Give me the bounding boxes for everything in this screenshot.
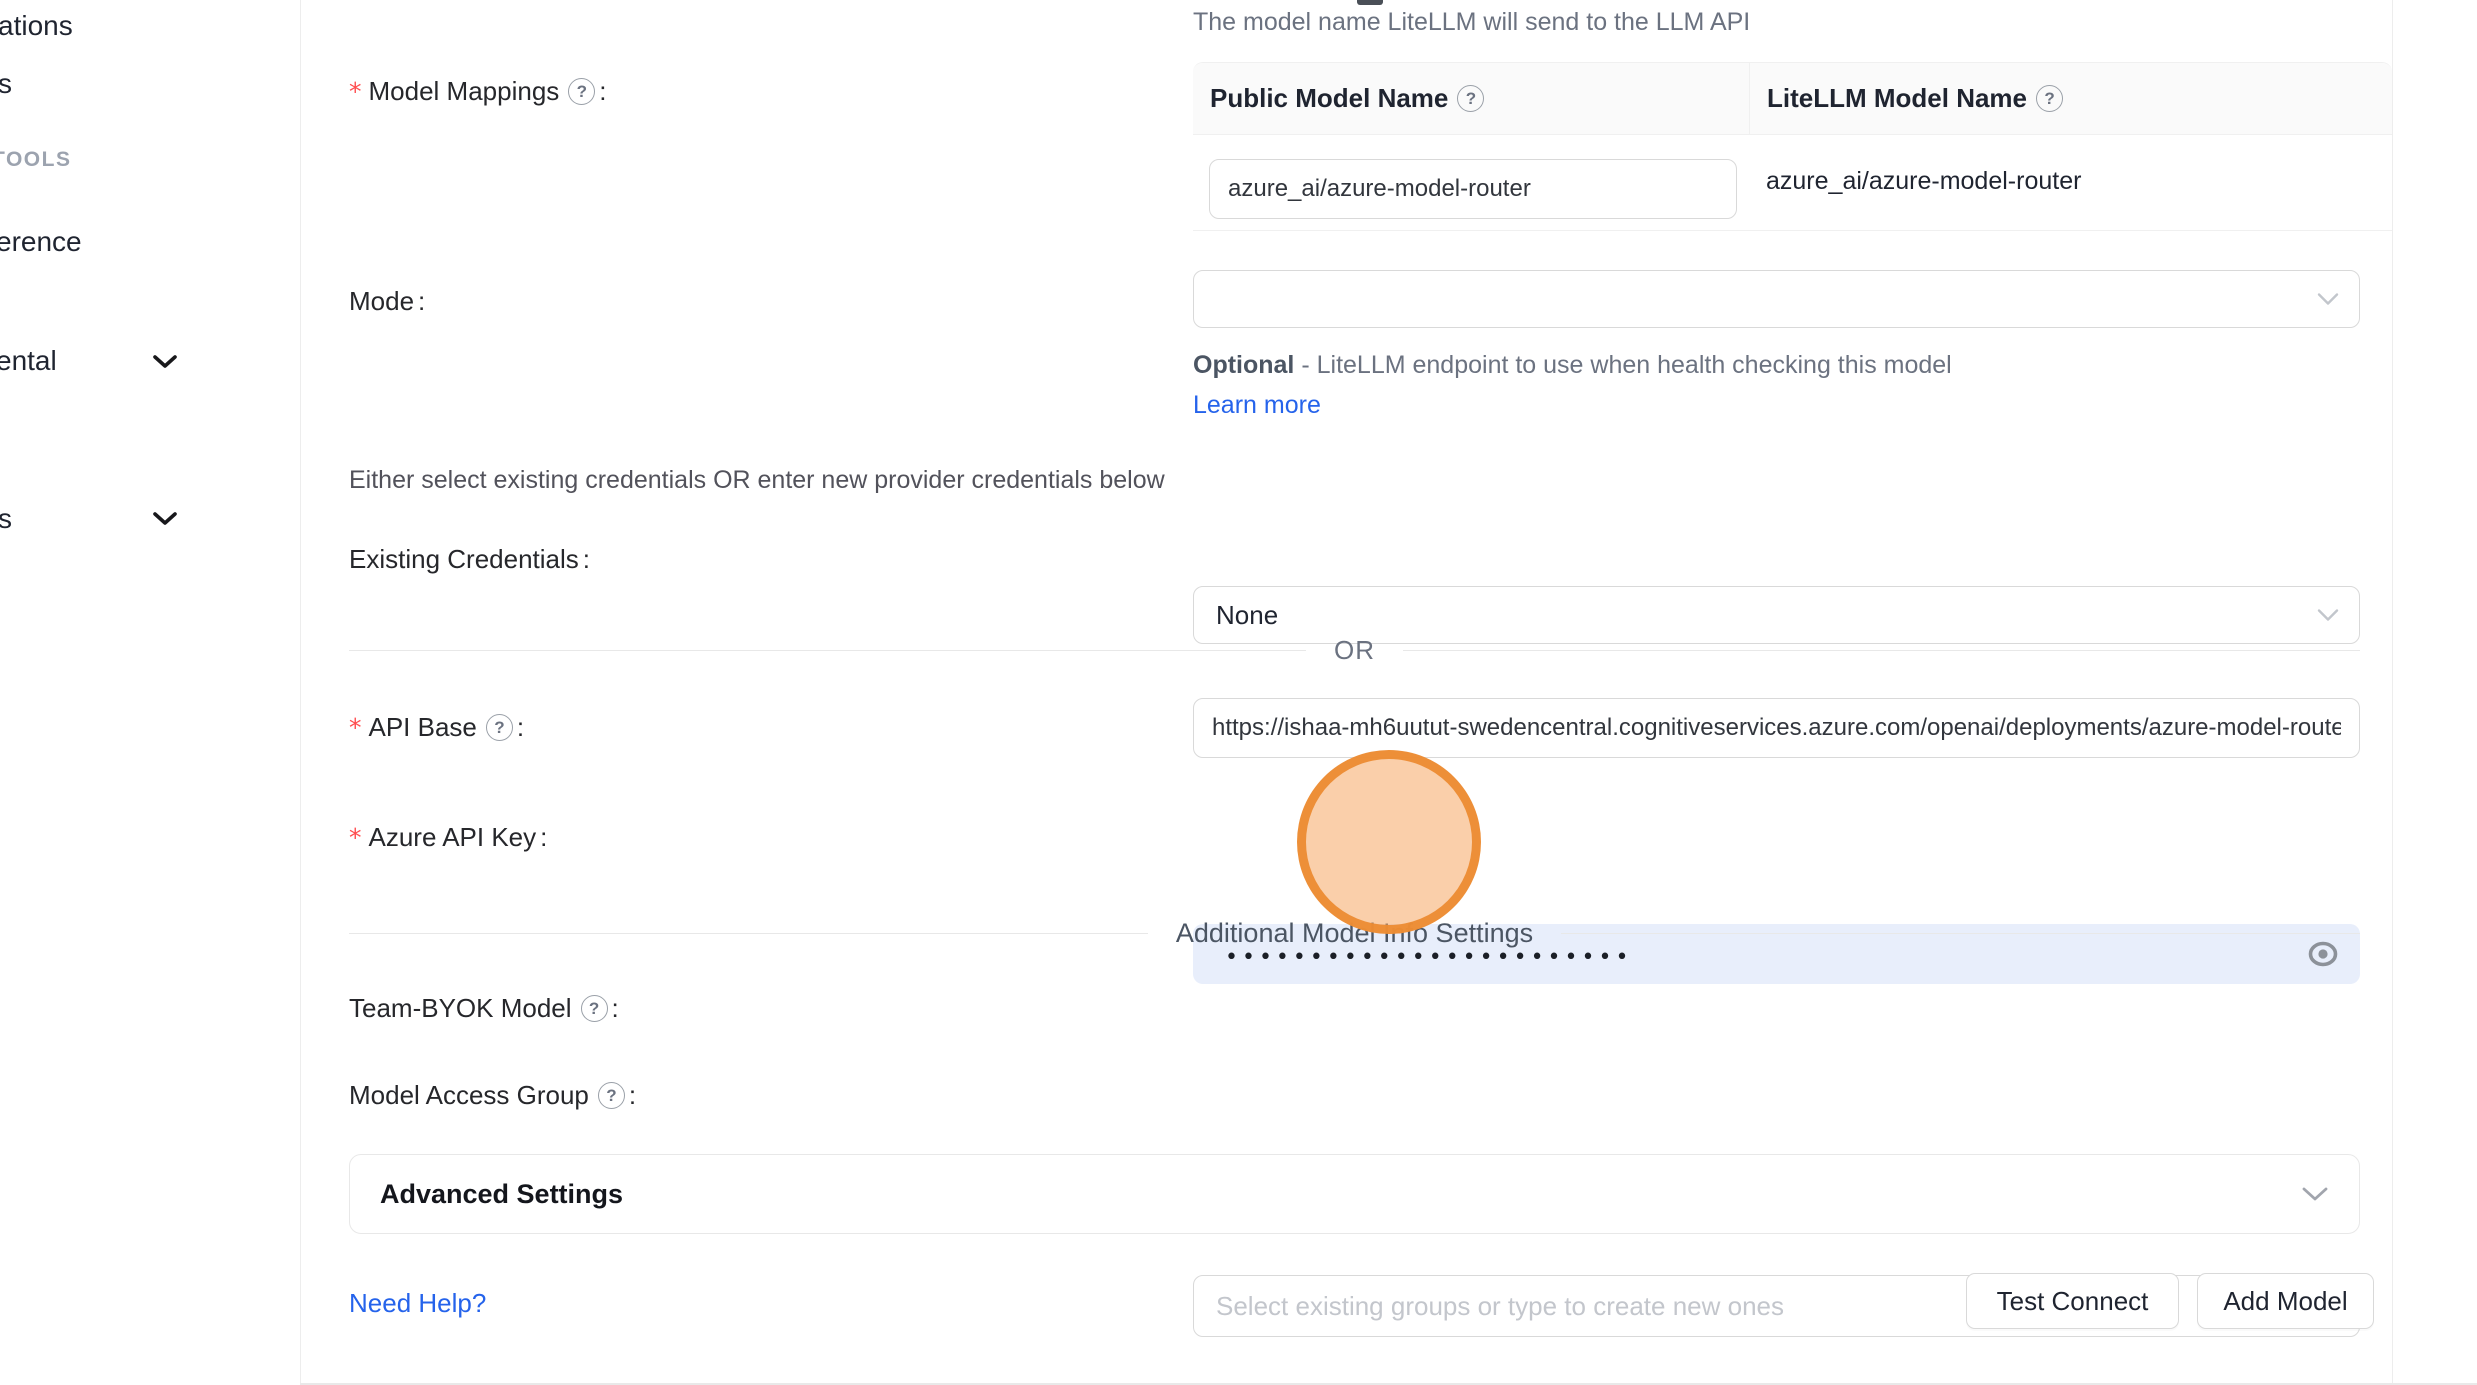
sidebar-item[interactable]: s <box>0 68 12 100</box>
advanced-settings-title: Advanced Settings <box>380 1179 623 1210</box>
additional-settings-divider-text: Additional Model Info Settings <box>1148 918 1561 949</box>
public-model-name-input[interactable] <box>1209 159 1737 219</box>
learn-more-link[interactable]: Learn more <box>1193 391 1321 419</box>
api-base-input[interactable] <box>1193 698 2360 758</box>
cut-off-text-fragment <box>1357 0 1383 5</box>
click-indicator <box>1297 750 1481 934</box>
litellm-model-name-value: azure_ai/azure-model-router <box>1766 167 2081 196</box>
add-model-page: ations s TOOLS erence ental s The model … <box>0 0 2477 1385</box>
sidebar-item[interactable]: erence <box>0 226 82 258</box>
mode-helper-text: Optional - LiteLLM endpoint to use when … <box>1193 345 2013 425</box>
model-access-group-select[interactable]: Select existing groups or type to create… <box>1193 1275 2360 1337</box>
mode-select[interactable] <box>1193 270 2360 328</box>
model-access-group-placeholder: Select existing groups or type to create… <box>1216 1291 1784 1322</box>
sidebar-item[interactable]: ental <box>0 345 57 377</box>
sidebar-item-label: s <box>0 503 12 534</box>
chevron-down-icon <box>2301 1186 2329 1202</box>
api-base-label: * API Base ? : <box>349 712 524 743</box>
required-asterisk: * <box>349 713 362 742</box>
help-icon[interactable]: ? <box>581 995 608 1022</box>
credentials-note: Either select existing credentials OR en… <box>349 466 1165 495</box>
model-mappings-table: Public Model Name ? LiteLLM Model Name ?… <box>1193 62 2392 231</box>
sidebar-section-tools: TOOLS <box>0 148 71 172</box>
need-help-link[interactable]: Need Help? <box>349 1288 486 1319</box>
help-icon[interactable]: ? <box>486 714 513 741</box>
card-right-border <box>2392 0 2393 1383</box>
required-asterisk: * <box>349 77 362 106</box>
sidebar-item-label: erence <box>0 226 82 257</box>
sidebar-item[interactable]: s <box>0 503 12 535</box>
chevron-down-icon <box>2317 293 2339 306</box>
chevron-down-icon[interactable] <box>152 511 178 526</box>
add-model-button[interactable]: Add Model <box>2197 1273 2374 1329</box>
or-divider: OR <box>349 630 2360 670</box>
advanced-settings-panel[interactable]: Advanced Settings <box>349 1154 2360 1234</box>
chevron-down-icon[interactable] <box>152 354 178 369</box>
sidebar-item-label: ations <box>0 10 73 41</box>
or-divider-text: OR <box>1306 635 1403 666</box>
col-litellm-model-name: LiteLLM Model Name ? <box>1750 63 2063 134</box>
model-access-group-label: Model Access Group ? : <box>349 1080 636 1111</box>
table-row: azure_ai/azure-model-router <box>1193 135 2392 231</box>
help-icon[interactable]: ? <box>2036 85 2063 112</box>
table-header-row: Public Model Name ? LiteLLM Model Name ? <box>1193 63 2392 135</box>
chevron-down-icon <box>2317 609 2339 622</box>
help-icon[interactable]: ? <box>1457 85 1484 112</box>
sidebar-item-label: s <box>0 68 12 99</box>
team-byok-label: Team-BYOK Model ? : <box>349 993 619 1024</box>
help-icon[interactable]: ? <box>598 1082 625 1109</box>
azure-api-key-label: * Azure API Key : <box>349 822 547 853</box>
mode-label: Mode : <box>349 286 425 317</box>
help-icon[interactable]: ? <box>568 78 595 105</box>
col-public-model-name: Public Model Name ? <box>1193 63 1750 134</box>
sidebar-item-label: ental <box>0 345 57 376</box>
model-name-helper-text: The model name LiteLLM will send to the … <box>1193 8 1750 37</box>
existing-credentials-label: Existing Credentials : <box>349 544 590 575</box>
sidebar-item[interactable]: ations <box>0 10 73 42</box>
card-left-border <box>300 0 301 1383</box>
test-connect-button[interactable]: Test Connect <box>1966 1273 2179 1329</box>
additional-settings-divider: Additional Model Info Settings <box>349 913 2360 953</box>
model-mappings-label: * Model Mappings ? : <box>349 76 607 107</box>
required-asterisk: * <box>349 823 362 852</box>
